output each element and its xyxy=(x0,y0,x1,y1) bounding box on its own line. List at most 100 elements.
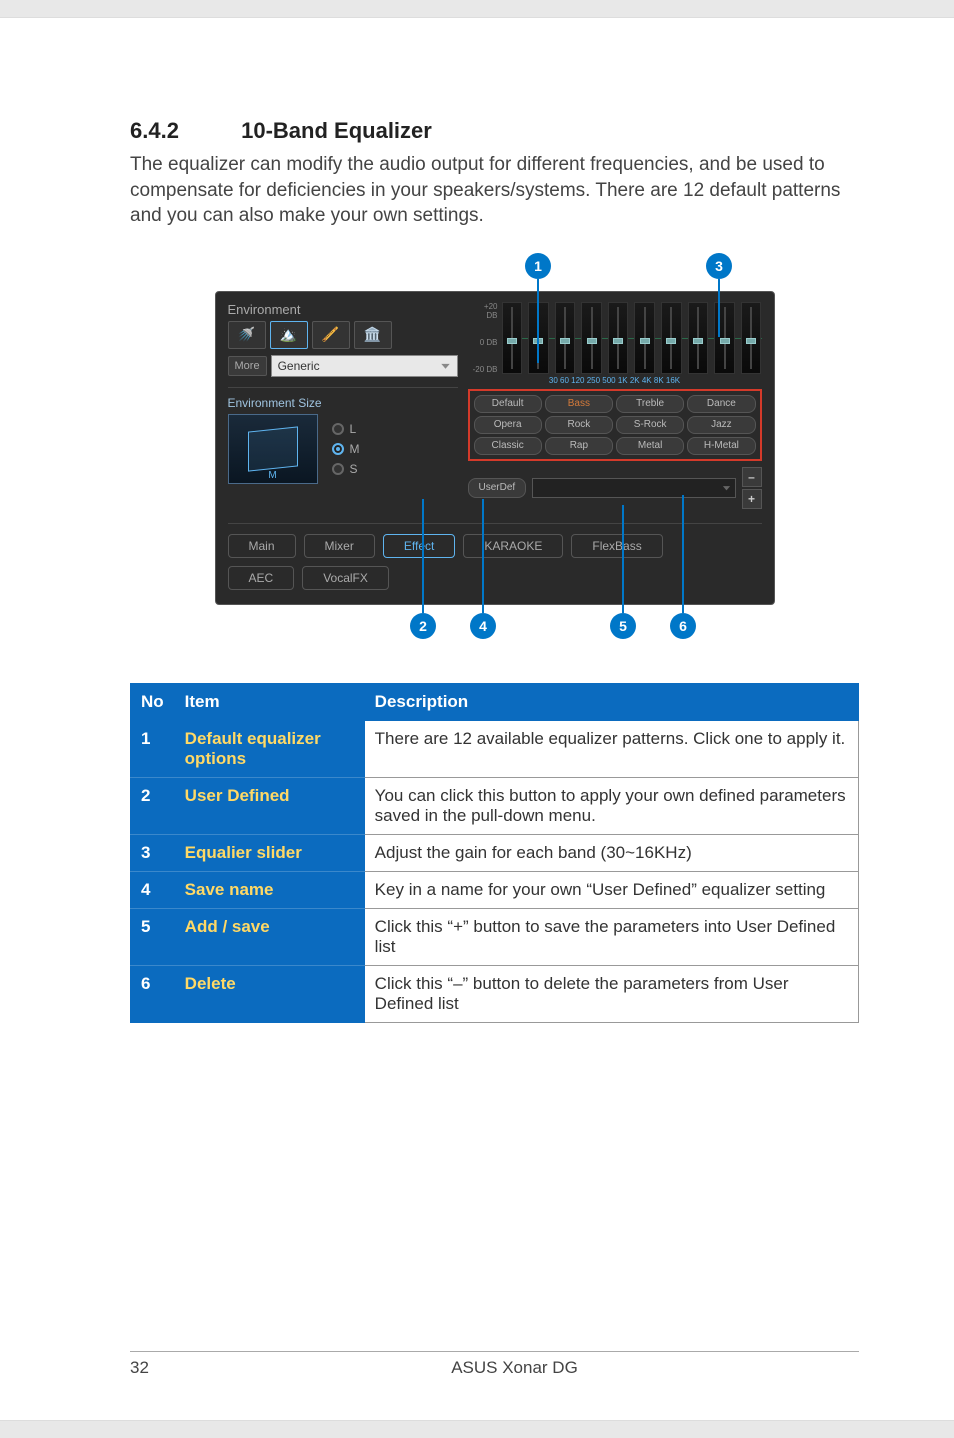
cell-desc: You can click this button to apply your … xyxy=(364,777,858,834)
cell-item: Equalier slider xyxy=(174,834,364,871)
preset-grid: Default Bass Treble Dance Opera Rock S-R… xyxy=(468,389,762,461)
cell-item: Save name xyxy=(174,871,364,908)
size-radio-s[interactable]: S xyxy=(332,462,360,476)
callout-line-2 xyxy=(422,499,424,613)
table-row: 1 Default equalizer options There are 12… xyxy=(131,720,859,777)
window-bottom-bar xyxy=(0,1420,954,1438)
preset-default[interactable]: Default xyxy=(474,395,542,413)
cell-no: 3 xyxy=(131,834,175,871)
callout-2: 2 xyxy=(410,613,436,639)
preset-rap[interactable]: Rap xyxy=(545,437,613,455)
eq-thumb xyxy=(720,338,730,344)
preset-rock[interactable]: Rock xyxy=(545,416,613,434)
room-cube-icon xyxy=(248,426,298,471)
tab-mixer[interactable]: Mixer xyxy=(304,534,375,558)
callout-line-5 xyxy=(622,505,624,613)
preset-hmetal[interactable]: H-Metal xyxy=(687,437,755,455)
preset-opera[interactable]: Opera xyxy=(474,416,542,434)
userdef-button[interactable]: UserDef xyxy=(468,478,527,498)
eq-x-axis: 30 60 120 250 500 1K 2K 4K 8K 16K xyxy=(468,376,762,385)
add-button[interactable]: + xyxy=(742,489,762,509)
more-button[interactable]: More xyxy=(228,356,267,376)
tab-vocalfx[interactable]: VocalFX xyxy=(302,566,389,590)
page-number: 32 xyxy=(130,1358,170,1378)
env-icon-mountain[interactable]: 🏔️ xyxy=(270,321,308,349)
env-icon-hall[interactable]: 🏛️ xyxy=(354,321,392,349)
callout-line-6 xyxy=(682,495,684,613)
cell-desc: Adjust the gain for each band (30~16KHz) xyxy=(364,834,858,871)
environment-select[interactable]: Generic xyxy=(271,355,458,377)
radio-label: L xyxy=(350,422,357,436)
footer-title: ASUS Xonar DG xyxy=(170,1358,859,1378)
eq-ytick: -20 DB xyxy=(472,365,498,374)
window-top-bar xyxy=(0,0,954,18)
cell-item: User Defined xyxy=(174,777,364,834)
tab-karaoke[interactable]: KARAOKE xyxy=(463,534,563,558)
delete-button[interactable]: – xyxy=(742,467,762,487)
cell-no: 4 xyxy=(131,871,175,908)
eq-thumb xyxy=(640,338,650,344)
cell-no: 1 xyxy=(131,720,175,777)
callout-6: 6 xyxy=(670,613,696,639)
table-row: 6 Delete Click this “–” button to delete… xyxy=(131,965,859,1022)
page-content: 6.4.2 10-Band Equalizer The equalizer ca… xyxy=(0,18,954,1023)
cell-item: Add / save xyxy=(174,908,364,965)
eq-slider-5[interactable] xyxy=(608,302,629,374)
audio-panel: Environment 🚿 🏔️ 🪈 🏛️ More Generic Envir… xyxy=(215,291,775,605)
figure: 1 3 Environment 🚿 🏔️ 🪈 🏛️ More xyxy=(130,253,859,605)
room-preview: M xyxy=(228,414,318,484)
callout-line-3 xyxy=(718,279,720,337)
eq-thumb xyxy=(693,338,703,344)
cell-desc: There are 12 available equalizer pattern… xyxy=(364,720,858,777)
preset-bass[interactable]: Bass xyxy=(545,395,613,413)
table-row: 5 Add / save Click this “+” button to sa… xyxy=(131,908,859,965)
eq-slider-7[interactable] xyxy=(661,302,682,374)
preset-name-input[interactable] xyxy=(532,478,735,498)
cell-no: 5 xyxy=(131,908,175,965)
eq-slider-1[interactable] xyxy=(502,302,523,374)
cell-no: 2 xyxy=(131,777,175,834)
preset-dance[interactable]: Dance xyxy=(687,395,755,413)
callout-line-1 xyxy=(537,279,539,363)
eq-thumb xyxy=(507,338,517,344)
environment-size-title: Environment Size xyxy=(228,387,458,410)
cell-item: Default equalizer options xyxy=(174,720,364,777)
table-row: 4 Save name Key in a name for your own “… xyxy=(131,871,859,908)
eq-slider-8[interactable] xyxy=(688,302,709,374)
eq-slider-6[interactable] xyxy=(634,302,655,374)
preset-treble[interactable]: Treble xyxy=(616,395,684,413)
preset-classic[interactable]: Classic xyxy=(474,437,542,455)
page-footer: 32 ASUS Xonar DG xyxy=(130,1351,859,1378)
callout-3: 3 xyxy=(706,253,732,279)
tab-aec[interactable]: AEC xyxy=(228,566,295,590)
preset-jazz[interactable]: Jazz xyxy=(687,416,755,434)
radio-label: M xyxy=(350,442,360,456)
eq-thumb xyxy=(560,338,570,344)
env-icon-pipe[interactable]: 🪈 xyxy=(312,321,350,349)
size-radio-m[interactable]: M xyxy=(332,442,360,456)
section-heading: 6.4.2 10-Band Equalizer xyxy=(130,118,859,144)
description-table: No Item Description 1 Default equalizer … xyxy=(130,683,859,1023)
radio-icon xyxy=(332,463,344,475)
tab-effect[interactable]: Effect xyxy=(383,534,455,558)
cell-desc: Key in a name for your own “User Defined… xyxy=(364,871,858,908)
th-no: No xyxy=(131,683,175,720)
userdef-row: UserDef – + xyxy=(468,467,762,509)
eq-slider-10[interactable] xyxy=(741,302,762,374)
env-icon-bathroom[interactable]: 🚿 xyxy=(228,321,266,349)
preset-metal[interactable]: Metal xyxy=(616,437,684,455)
callout-4: 4 xyxy=(470,613,496,639)
cell-no: 6 xyxy=(131,965,175,1022)
eq-sliders xyxy=(502,302,762,374)
section-number: 6.4.2 xyxy=(130,118,235,144)
eq-slider-3[interactable] xyxy=(555,302,576,374)
eq-thumb xyxy=(666,338,676,344)
radio-icon xyxy=(332,443,344,455)
tab-flexbass[interactable]: FlexBass xyxy=(571,534,662,558)
eq-slider-4[interactable] xyxy=(581,302,602,374)
preset-srock[interactable]: S-Rock xyxy=(616,416,684,434)
tab-main[interactable]: Main xyxy=(228,534,296,558)
size-radio-l[interactable]: L xyxy=(332,422,360,436)
cell-item: Delete xyxy=(174,965,364,1022)
environment-select-value: Generic xyxy=(278,359,320,373)
